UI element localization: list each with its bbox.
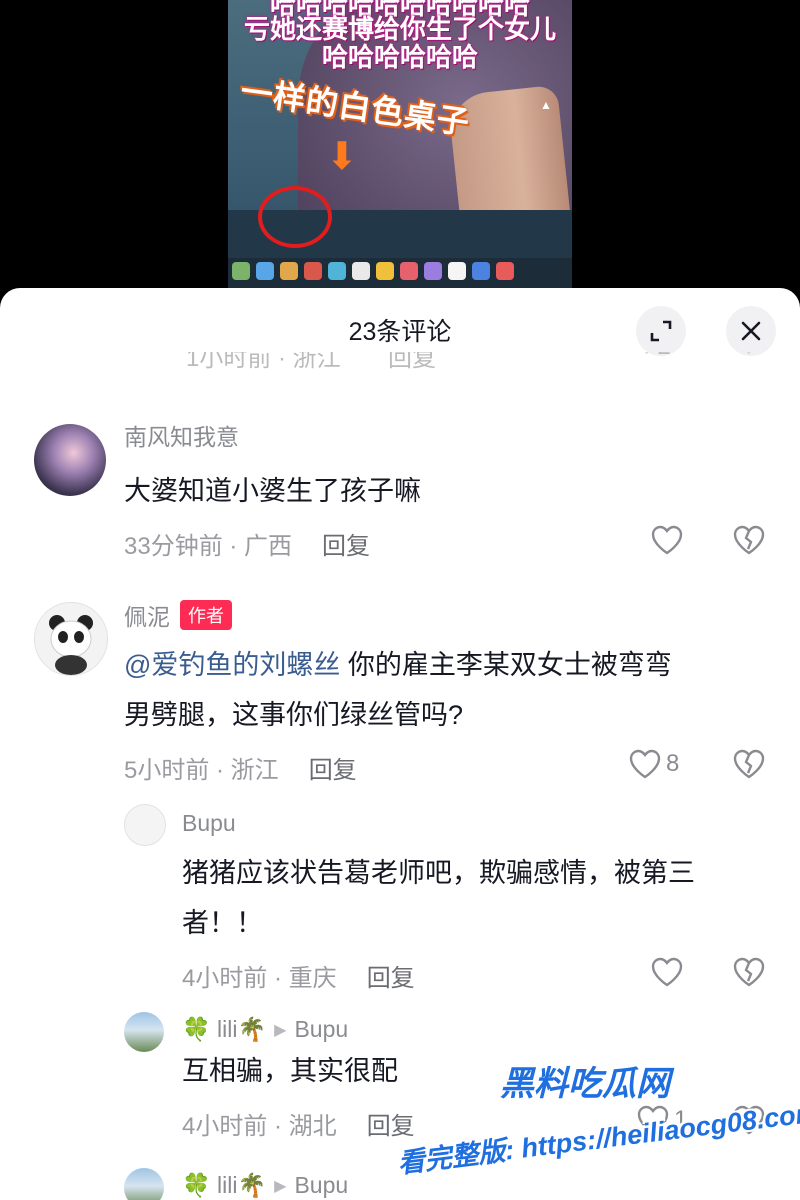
like-count: 8 — [666, 750, 680, 777]
avatar[interactable] — [124, 1012, 164, 1052]
avatar[interactable] — [124, 804, 166, 846]
comment-text[interactable]: 大婆知道小婆生了孩子嘛 — [124, 466, 421, 516]
video-player[interactable]: 哈哈哈哈哈哈哈哈哈哈 亏她还赛博给你生了个女儿 哈哈哈哈哈哈 一样的白色桌子 ⬇… — [0, 0, 800, 290]
cursor-icon: ▲ — [540, 98, 552, 112]
comment-author-name[interactable]: 南风知我意 — [124, 418, 239, 452]
palm-tree-icon: 🌴 — [237, 1172, 267, 1198]
like-button[interactable]: 8 — [628, 748, 679, 780]
heart-icon — [651, 525, 683, 555]
mention-link[interactable]: @爱钓鱼的刘螺丝 — [124, 650, 340, 680]
comment-text-line2: 男劈腿，这事你们绿丝管吗? — [124, 700, 464, 730]
reply-time: 4小时前 · 重庆 — [182, 965, 337, 992]
reply-button[interactable]: 回复 — [367, 1113, 415, 1140]
comment-text: @爱钓鱼的刘螺丝 你的雇主李某双女士被弯弯 男劈腿，这事你们绿丝管吗? — [124, 640, 764, 740]
close-icon — [741, 321, 761, 341]
faded-like-count: 2 — [658, 352, 671, 360]
reply-to-arrow-icon: ▶ — [274, 1178, 287, 1195]
palm-tree-icon: 🌴 — [237, 1016, 267, 1042]
close-button[interactable] — [726, 306, 776, 356]
heart-icon — [651, 957, 683, 987]
reply-to-arrow-icon: ▶ — [274, 1022, 287, 1039]
reply-author-name: 🍀 lili🌴 ▶ Bupu — [182, 1172, 348, 1199]
reply-button[interactable]: 回复 — [322, 533, 370, 560]
reply-text[interactable]: 互相骗，其实很配 — [182, 1046, 398, 1096]
reply-author-name[interactable]: Bupu — [182, 810, 236, 837]
expand-button[interactable] — [636, 306, 686, 356]
broken-heart-icon — [733, 957, 765, 987]
broken-heart-icon — [733, 749, 765, 779]
down-arrow-icon: ⬇ — [326, 136, 358, 178]
reply-author-name-text[interactable]: lili — [217, 1172, 237, 1198]
comment-time: 5小时前 · 浙江 — [124, 757, 279, 784]
reply-to-name[interactable]: Bupu — [294, 1016, 348, 1042]
watermark: 黑料吃瓜网 看完整版: https://heiliaocg08.com — [396, 1056, 800, 1186]
expand-icon — [650, 320, 672, 342]
clover-icon: 🍀 — [182, 1172, 211, 1198]
video-frame: 哈哈哈哈哈哈哈哈哈哈 亏她还赛博给你生了个女儿 哈哈哈哈哈哈 一样的白色桌子 ⬇… — [228, 0, 572, 290]
reply-meta: 4小时前 · 重庆 回复 — [182, 958, 415, 993]
comment-text-line1: 你的雇主李某双女士被弯弯 — [340, 650, 672, 680]
reply-button[interactable]: 回复 — [367, 965, 415, 992]
reply-to-name[interactable]: Bupu — [294, 1172, 348, 1198]
comment-meta: 33分钟前 · 广西 回复 — [124, 526, 370, 561]
comment-meta: 5小时前 · 浙江 回复 — [124, 750, 357, 785]
reply-time: 4小时前 · 湖北 — [182, 1113, 337, 1140]
watermark-logo-text: 黑料吃瓜网 — [500, 1065, 670, 1103]
dislike-button[interactable] — [732, 748, 766, 785]
clover-icon: 🍀 — [182, 1016, 211, 1042]
video-dock — [228, 258, 572, 290]
avatar[interactable] — [34, 602, 108, 676]
faded-reply: 回复 — [388, 352, 436, 372]
dislike-button[interactable] — [732, 524, 766, 561]
author-badge: 作者 — [180, 600, 232, 630]
dislike-button[interactable] — [732, 956, 766, 993]
comment-author-name: 佩泥 作者 — [124, 598, 232, 632]
avatar[interactable] — [124, 1168, 164, 1200]
faded-heart-icon: ♡2 — [636, 352, 671, 361]
reply-author-name-text[interactable]: lili — [217, 1016, 237, 1042]
scrolled-comment-remnant: 1小时前 · 浙江 回复 ♡2 ♡ — [0, 352, 800, 374]
reply-text: 猪猪应该状告葛老师吧，欺骗感情，被第三 者！！ — [182, 848, 772, 948]
like-button[interactable] — [650, 524, 684, 556]
broken-heart-icon — [733, 525, 765, 555]
reply-meta: 4小时前 · 湖北 回复 — [182, 1106, 415, 1141]
reply-button[interactable]: 回复 — [309, 757, 357, 784]
faded-dislike-icon: ♡ — [738, 352, 760, 361]
panda-avatar-icon — [49, 615, 93, 675]
highlight-circle — [258, 186, 332, 248]
reply-text-line1: 猪猪应该状告葛老师吧，欺骗感情，被第三 — [182, 858, 695, 888]
comment-time: 33分钟前 · 广西 — [124, 533, 293, 560]
faded-time: 1小时前 · 浙江 — [186, 352, 341, 372]
heart-icon — [629, 749, 661, 779]
video-caption-line3: 哈哈哈哈哈哈 — [321, 42, 478, 72]
video-caption-line2: 亏她还赛博给你生了个女儿 — [243, 14, 556, 44]
like-button[interactable] — [650, 956, 684, 988]
reply-author-name: 🍀 lili🌴 ▶ Bupu — [182, 1016, 348, 1043]
reply-text-line2: 者！！ — [182, 908, 263, 938]
comment-author-name-text[interactable]: 佩泥 — [124, 604, 170, 630]
avatar[interactable] — [34, 424, 106, 496]
